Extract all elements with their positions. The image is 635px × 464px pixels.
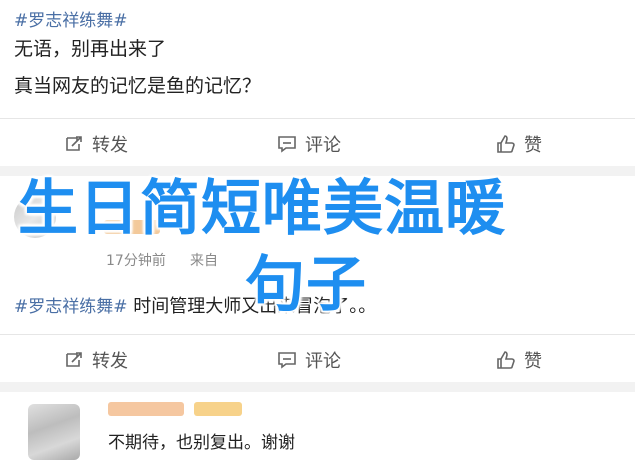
blurred-username (108, 402, 184, 416)
post1-line2: 真当网友的记忆是鱼的记忆？ (14, 75, 262, 97)
comment-button[interactable]: 评论 (277, 340, 341, 380)
like-button[interactable]: 赞 (496, 124, 542, 164)
repost-button[interactable]: 转发 (64, 340, 128, 380)
comment2-text: 不期待，也别复出。谢谢 (108, 433, 295, 453)
divider (0, 334, 635, 335)
repost-label: 转发 (92, 351, 128, 372)
comment1-source: 来自 (190, 253, 218, 269)
post1-hashtag[interactable]: #罗志祥练舞# (14, 6, 128, 31)
post1-line1: 无语，别再出来了 (14, 38, 167, 60)
like-label: 赞 (524, 135, 542, 156)
avatar[interactable] (28, 404, 80, 460)
overlay-title-line2: 句子 (245, 250, 367, 320)
comment-icon (278, 352, 296, 369)
like-button[interactable]: 赞 (496, 340, 542, 380)
post1-toolbar: 转发 评论 赞 (0, 124, 635, 164)
like-label: 赞 (524, 351, 542, 372)
post2-toolbar: 转发 评论 赞 (0, 340, 635, 380)
comment1-time: 17分钟前 (106, 253, 166, 269)
overlay-title-line1: 生日简短唯美温暖 (18, 174, 506, 244)
section-separator (0, 382, 635, 392)
comment-label: 评论 (305, 351, 341, 372)
divider (0, 118, 635, 119)
repost-label: 转发 (92, 135, 128, 156)
thumbs-up-icon (497, 351, 515, 369)
repost-icon (66, 352, 82, 367)
blurred-badge (194, 402, 242, 416)
comment-button[interactable]: 评论 (277, 124, 341, 164)
thumbs-up-icon (497, 135, 515, 153)
repost-button[interactable]: 转发 (64, 124, 128, 164)
repost-icon (66, 136, 82, 151)
post2-hashtag[interactable]: #罗志祥练舞# (14, 297, 128, 317)
comment-icon (278, 136, 296, 153)
comment-label: 评论 (305, 135, 341, 156)
